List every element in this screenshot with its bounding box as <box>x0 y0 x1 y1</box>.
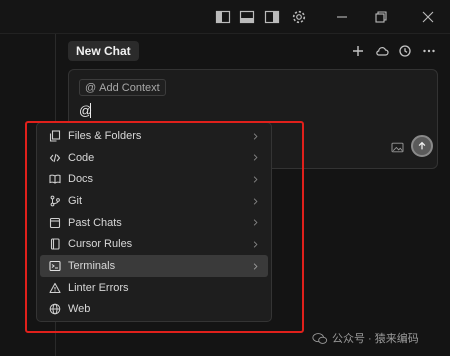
watermark-text: 公众号 · 猿来编码 <box>332 333 419 345</box>
text-caret <box>90 103 91 118</box>
settings-gear-icon[interactable] <box>290 8 308 26</box>
close-icon[interactable] <box>419 8 437 26</box>
image-attach-icon[interactable] <box>389 140 405 154</box>
restore-icon[interactable] <box>372 8 390 26</box>
app-window: New Chat @ Add Context @ Files & Folders… <box>0 0 450 356</box>
arrow-up-icon <box>418 141 426 150</box>
tab-new-chat[interactable]: New Chat <box>68 41 139 61</box>
at-sign-icon: @ <box>85 81 97 94</box>
add-context-button[interactable]: @ Add Context <box>79 79 166 96</box>
add-chat-icon[interactable] <box>350 43 366 59</box>
minimize-icon[interactable] <box>333 8 351 26</box>
wechat-icon <box>312 332 328 344</box>
toggle-secondary-sidebar-icon[interactable] <box>263 8 281 26</box>
history-icon[interactable] <box>397 43 413 59</box>
red-highlight-annotation <box>25 121 304 333</box>
send-button[interactable] <box>411 135 433 157</box>
watermark: 公众号 · 猿来编码 <box>312 329 419 347</box>
toggle-panel-icon[interactable] <box>238 8 256 26</box>
cloud-icon[interactable] <box>374 43 390 59</box>
add-context-label: Add Context <box>99 81 160 94</box>
title-bar <box>0 0 450 34</box>
toggle-primary-sidebar-icon[interactable] <box>214 8 232 26</box>
more-options-icon[interactable] <box>421 43 437 59</box>
